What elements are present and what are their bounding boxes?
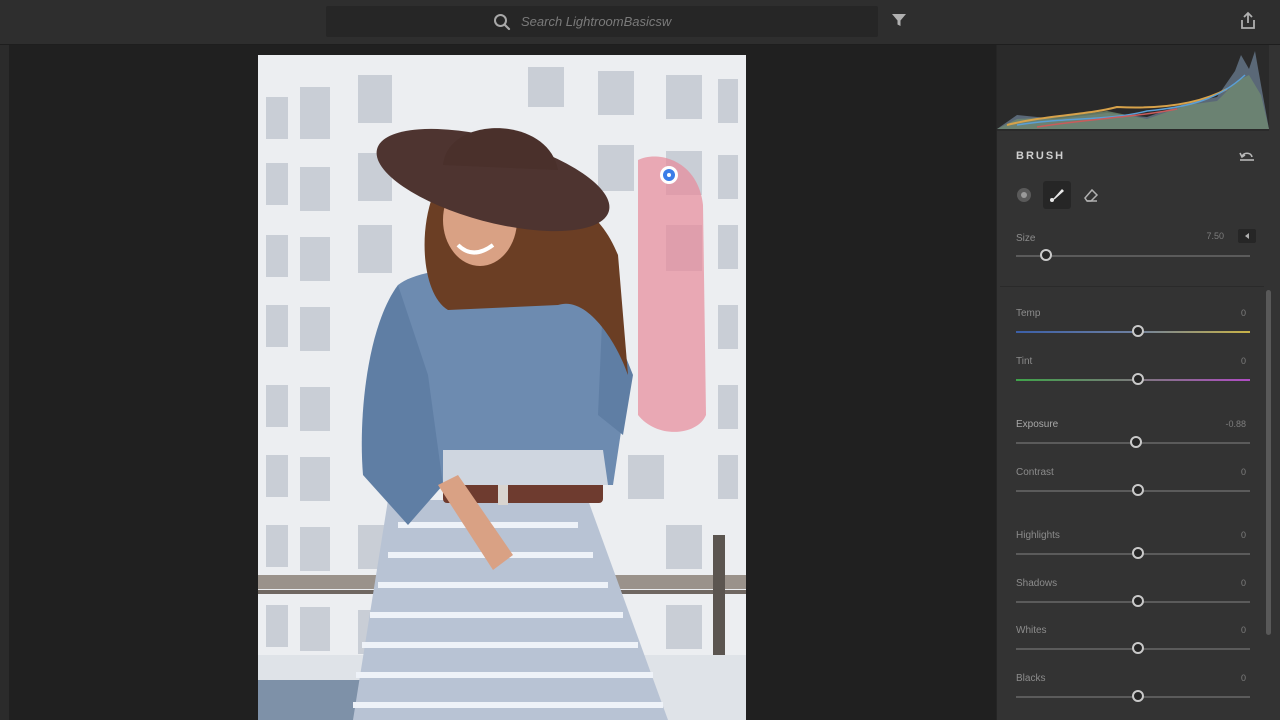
exposure-value: -0.88: [1225, 419, 1246, 429]
search-input[interactable]: [521, 14, 711, 29]
share-icon[interactable]: [1238, 11, 1258, 36]
separator: [1000, 286, 1264, 287]
left-panel-edge: [0, 45, 9, 720]
shadows-label: Shadows: [1016, 578, 1058, 589]
panel-scrollbar[interactable]: [1266, 290, 1271, 635]
flow-icon[interactable]: [1010, 181, 1038, 209]
whites-label: Whites: [1016, 625, 1047, 636]
contrast-thumb[interactable]: [1132, 484, 1144, 496]
filter-icon[interactable]: [891, 12, 907, 33]
reset-icon[interactable]: [1237, 148, 1257, 169]
size-value: 7.50: [1206, 231, 1224, 241]
panel-title: BRUSH: [1016, 150, 1066, 162]
highlights-label: Highlights: [1016, 530, 1060, 541]
tint-thumb[interactable]: [1132, 373, 1144, 385]
eraser-icon[interactable]: [1077, 181, 1105, 209]
brush-icon[interactable]: [1043, 181, 1071, 209]
shadows-value: 0: [1240, 578, 1246, 588]
shadows-thumb[interactable]: [1132, 595, 1144, 607]
blacks-label: Blacks: [1016, 673, 1046, 684]
exposure-thumb[interactable]: [1129, 436, 1142, 448]
contrast-value: 0: [1240, 467, 1246, 477]
whites-thumb[interactable]: [1132, 642, 1144, 654]
exposure-label: Exposure: [1016, 419, 1059, 430]
contrast-label: Contrast: [1016, 467, 1054, 478]
top-bar: [0, 0, 1280, 45]
size-expand-icon[interactable]: [1238, 229, 1256, 243]
temp-label: Temp: [1016, 308, 1041, 319]
blacks-value: 0: [1240, 673, 1246, 683]
whites-value: 0: [1240, 625, 1246, 635]
histogram: [997, 45, 1269, 131]
temp-thumb[interactable]: [1132, 325, 1144, 337]
tint-label: Tint: [1016, 356, 1033, 367]
search-icon[interactable]: [493, 13, 511, 31]
size-label: Size: [1016, 233, 1036, 244]
tint-value: 0: [1240, 356, 1246, 366]
highlights-value: 0: [1240, 530, 1246, 540]
blacks-thumb[interactable]: [1132, 690, 1144, 702]
highlights-thumb[interactable]: [1132, 547, 1144, 559]
temp-value: 0: [1240, 308, 1246, 318]
search-box[interactable]: [326, 6, 878, 37]
photo[interactable]: [258, 55, 746, 720]
